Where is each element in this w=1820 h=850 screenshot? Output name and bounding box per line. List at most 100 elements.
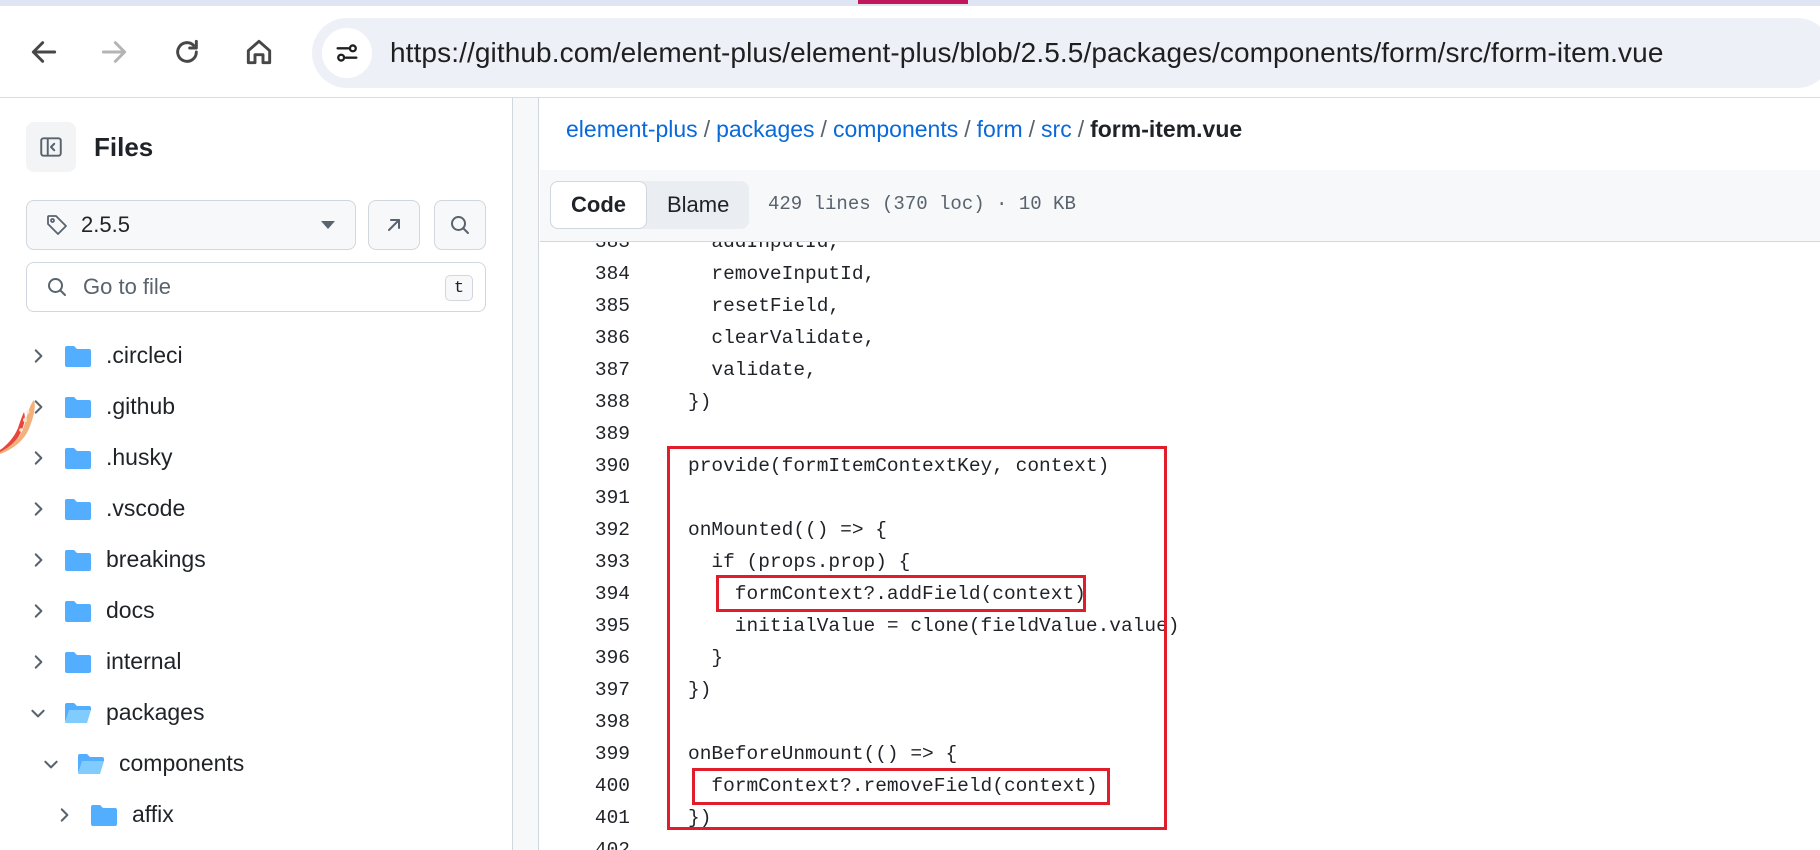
chevron-right-icon[interactable] [28,652,48,672]
breadcrumb-separator: / [964,116,971,142]
breadcrumb-separator: / [820,116,827,142]
folder-icon [64,344,92,368]
folder-icon [64,395,92,419]
tab-code[interactable]: Code [550,181,647,229]
folder-icon [64,599,92,623]
tree-item-label: .github [106,393,176,419]
folder-open-icon [77,752,105,776]
code-line: 387 validate, [540,354,1820,386]
line-number[interactable]: 402 [540,839,630,850]
code-text: }) [688,391,712,413]
code-viewer[interactable]: 383 addInputId, 384 removeInputId, 385 res… [540,242,1820,850]
tree-item-internal[interactable]: internal [0,636,513,687]
tree-item-label: .husky [106,444,173,470]
line-number[interactable]: 387 [540,359,630,381]
url-text[interactable]: https://github.com/element-plus/element-… [390,37,1664,69]
chevron-right-icon[interactable] [28,499,48,519]
chevron-right-icon[interactable] [28,346,48,366]
tree-item-dot-github[interactable]: .github [0,381,513,432]
line-number[interactable]: 384 [540,263,630,285]
chevron-right-icon[interactable] [28,601,48,621]
line-number[interactable]: 392 [540,519,630,541]
search-icon [48,278,66,296]
file-header: Code Blame 429 lines (370 loc) · 10 KB [540,170,1820,242]
branch-selector[interactable]: 2.5.5 [26,200,356,250]
address-bar[interactable]: https://github.com/element-plus/element-… [312,18,1820,88]
chevron-down-icon[interactable] [41,754,61,774]
line-number[interactable]: 386 [540,327,630,349]
tree-item-label: .circleci [106,342,183,368]
files-header: Files [26,122,153,172]
tree-item-packages[interactable]: packages [0,687,513,738]
tree-item-dot-husky[interactable]: .husky [0,432,513,483]
tree-item-label: internal [106,648,182,674]
breadcrumb-link-packages[interactable]: packages [716,116,814,142]
line-number[interactable]: 390 [540,455,630,477]
tab-blame[interactable]: Blame [647,181,749,229]
line-number[interactable]: 393 [540,551,630,573]
sidebar-resize-handle[interactable] [513,98,539,850]
folder-icon [64,497,92,521]
line-number[interactable]: 388 [540,391,630,413]
tree-item-dot-circleci[interactable]: .circleci [0,330,513,381]
folder-icon [64,548,92,572]
reload-icon [176,39,198,63]
code-line: 386 clearValidate, [540,322,1820,354]
code-text: validate, [688,359,817,381]
line-number[interactable]: 389 [540,423,630,445]
breadcrumb-link-src[interactable]: src [1041,116,1072,142]
files-title: Files [94,131,154,162]
folder-open-icon [64,701,92,725]
folder-icon [64,650,92,674]
back-button[interactable] [16,24,72,80]
code-line: 402 [540,834,1820,850]
code-line: 384 removeInputId, [540,258,1820,290]
line-number[interactable]: 396 [540,647,630,669]
chevron-right-icon[interactable] [28,550,48,570]
tree-item-components[interactable]: components [0,738,513,789]
line-number[interactable]: 395 [540,615,630,637]
collapse-sidebar-button[interactable] [26,122,76,172]
line-number[interactable]: 400 [540,775,630,797]
home-icon [246,39,272,65]
folder-icon [64,446,92,470]
breadcrumb-link-form[interactable]: form [977,116,1023,142]
tune-icon [336,44,358,62]
line-number[interactable]: 398 [540,711,630,733]
line-number[interactable]: 399 [540,743,630,765]
arrow-right-icon [101,41,127,63]
browser-toolbar: https://github.com/element-plus/element-… [0,6,1820,98]
tree-item-breakings[interactable]: breakings [0,534,513,585]
forward-button[interactable] [86,24,142,80]
go-to-file-field[interactable]: t [26,262,486,312]
breadcrumb-link-element-plus[interactable]: element-plus [566,116,698,142]
tree-item-label: docs [106,597,155,623]
line-number[interactable]: 391 [540,487,630,509]
reload-button[interactable] [159,24,215,80]
code-line: 388}) [540,386,1820,418]
search-code-button[interactable] [434,200,486,250]
line-number[interactable]: 385 [540,295,630,317]
chevron-right-icon[interactable] [54,805,74,825]
site-info-button[interactable] [322,28,372,78]
chevron-down-icon[interactable] [28,703,48,723]
code-line: 383 addInputId, [540,242,1820,258]
tree-item-docs[interactable]: docs [0,585,513,636]
tree-item-affix[interactable]: affix [0,789,513,840]
arrow-left-icon [31,41,57,63]
file-tree-sidebar: Files 2.5.5 t .circleci .github .husky .vsc… [0,98,513,850]
tree-item-label: packages [106,699,205,725]
code-text: clearValidate, [688,327,876,349]
line-number[interactable]: 401 [540,807,630,829]
tag-icon [47,215,67,235]
go-to-file-input[interactable] [83,274,423,300]
sidebar-collapse-icon [40,137,62,157]
home-button[interactable] [231,24,287,80]
breadcrumb-link-components[interactable]: components [833,116,958,142]
line-number[interactable]: 397 [540,679,630,701]
line-number[interactable]: 383 [540,242,630,253]
tree-item-dot-vscode[interactable]: .vscode [0,483,513,534]
folder-icon [90,803,118,827]
expand-tree-button[interactable] [368,200,420,250]
line-number[interactable]: 394 [540,583,630,605]
